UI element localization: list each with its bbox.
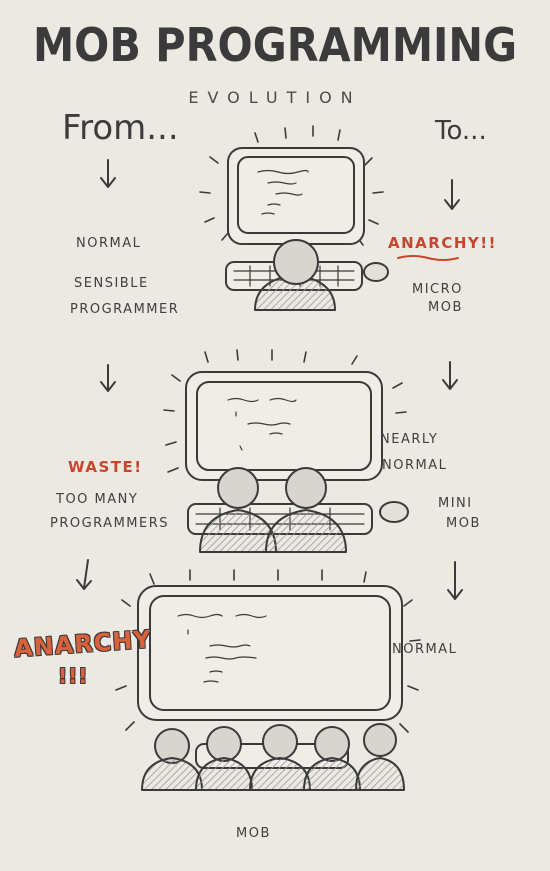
stage2-left-label-1: TOO MANY: [56, 492, 139, 507]
stage3-bottom-label: MOB: [236, 826, 271, 841]
stage2-right-label-3: MINI: [438, 496, 473, 511]
stage3-right-label: NORMAL: [392, 642, 458, 657]
arrow-down-icon: [100, 159, 116, 188]
page-title: MOB PROGRAMMING: [32, 18, 518, 72]
computer-single-icon: [199, 125, 389, 311]
arrow-down-icon: [100, 364, 116, 392]
stage1-left-label-3: PROGRAMMER: [70, 302, 180, 317]
stage2-waste-label: WASTE!: [68, 458, 143, 476]
arrow-down-icon: [442, 361, 458, 390]
stage2-left-label-2: PROGRAMMERS: [50, 516, 170, 531]
stage1-anarchy-label: ANARCHY!!: [388, 234, 497, 252]
stage1-right-label-2: MOB: [428, 300, 463, 315]
stage2-right-label-2: NORMAL: [382, 458, 448, 473]
stage1-left-label-1: NORMAL: [76, 236, 142, 251]
stage2-right-label-4: MOB: [446, 516, 481, 531]
arrow-down-icon: [444, 179, 460, 210]
computer-mob-icon: [113, 569, 421, 791]
page-subtitle: EVOLUTION: [188, 88, 362, 107]
stage2-right-label-1: NEARLY: [380, 432, 439, 447]
stage3-exclaim-marks: !!!: [58, 664, 89, 688]
arrow-down-icon: [76, 559, 92, 590]
to-label: To...: [435, 116, 487, 146]
stage1-right-label-1: MICRO: [412, 282, 463, 297]
arrow-down-icon: [447, 561, 463, 600]
from-label: From...: [62, 108, 179, 148]
stage1-left-label-2: SENSIBLE: [74, 276, 149, 291]
computer-pair-icon: [163, 349, 409, 553]
